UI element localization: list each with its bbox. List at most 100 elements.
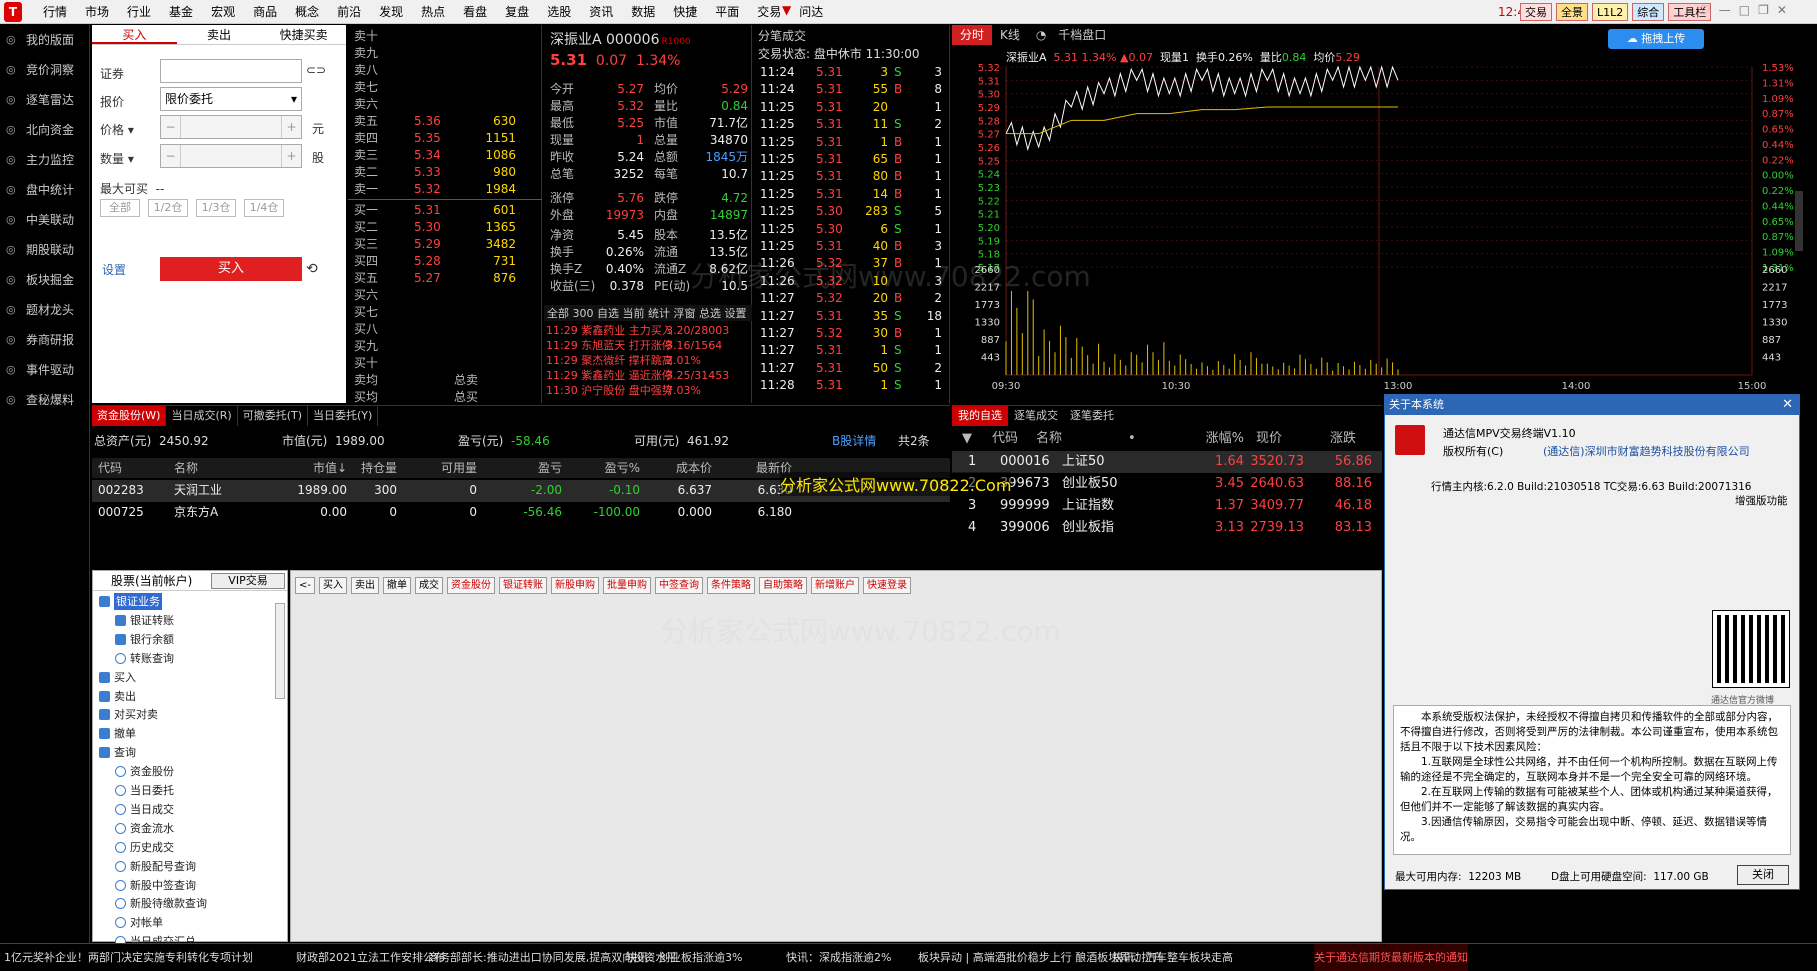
bid-level[interactable]: 买二 5.30 1365 [354, 219, 540, 235]
watchlist-tab[interactable]: 逐笔委托 [1064, 406, 1120, 426]
bid-level[interactable]: 买三 5.29 3482 [354, 236, 540, 252]
menu-item[interactable]: 快捷 [664, 0, 706, 24]
portion-half-button[interactable]: 1/2仓 [148, 199, 188, 217]
tab-buy[interactable]: 买入 [92, 25, 177, 44]
menu-item[interactable]: 资讯 [580, 0, 622, 24]
bid-level[interactable]: 买十 [354, 355, 540, 371]
settings-link[interactable]: 设置 [102, 261, 126, 278]
toolbar-button[interactable]: 中签查询 [655, 577, 703, 594]
sidebar-item[interactable]: ◎ 主力监控 [0, 145, 89, 175]
ask-level[interactable]: 卖十 [354, 28, 540, 44]
ask-level[interactable]: 卖二 5.33 980 [354, 164, 540, 180]
column-header[interactable]: 现价 [1222, 428, 1282, 450]
tab-kline[interactable]: K线 [992, 25, 1028, 45]
bid-level[interactable]: 买七 [354, 304, 540, 320]
account-tab[interactable]: 当日成交(R) [166, 406, 238, 426]
watchlist-tab[interactable]: 逐笔成交 [1008, 406, 1064, 426]
menu-item[interactable]: 平面 [706, 0, 748, 24]
tick-row[interactable]: 11:25 5.30 283 S 5 [760, 203, 950, 220]
sidebar-item[interactable]: ◎ 板块掘金 [0, 265, 89, 295]
tab-intraday[interactable]: 分时 [952, 25, 993, 45]
column-header[interactable]: 代码 [98, 458, 122, 478]
column-header[interactable]: • [1128, 428, 1136, 450]
tick-row[interactable]: 11:28 5.31 1 S 1 [760, 377, 950, 394]
sidebar-item[interactable]: ◎ 查秘爆料 [0, 385, 89, 415]
menu-item[interactable]: 行业 [118, 0, 160, 24]
menu-item[interactable]: 基金 [160, 0, 202, 24]
news-alert[interactable]: 11:29 东旭蓝天 打开涨停 3.16/1564 [546, 338, 752, 354]
bid-level[interactable]: 买一 5.31 601 [354, 202, 540, 218]
tree-scrollbar[interactable] [275, 603, 285, 699]
bid-level[interactable]: 买九 [354, 338, 540, 354]
maximize-icon[interactable]: □ [1739, 3, 1750, 17]
tree-node[interactable]: 银证业务 [99, 593, 162, 610]
close-icon[interactable]: ✕ [1782, 395, 1793, 415]
ticker-item[interactable]: 1亿元奖补企业！两部门决定实施专利转化专项计划 [4, 944, 253, 971]
sidebar-item[interactable]: ◎ 期股联动 [0, 235, 89, 265]
sidebar-item[interactable]: ◎ 逐笔雷达 [0, 85, 89, 115]
price-series-line[interactable] [1005, 65, 1399, 152]
ticker-item[interactable]: 财政部2021立法工作安排公布 [296, 944, 445, 971]
license-text[interactable]: 本系统受版权法保护，未经授权不得擅自拷贝和传播软件的全部或部分内容，不得擅自进行… [1393, 705, 1791, 855]
minimize-icon[interactable]: — [1719, 3, 1731, 17]
column-header[interactable]: 盈亏% [580, 458, 640, 478]
tree-node[interactable]: 对帐单 [115, 914, 163, 931]
column-header[interactable]: 市值↓ [267, 458, 347, 478]
tick-row[interactable]: 11:27 5.32 30 B 1 [760, 325, 950, 342]
ask-level[interactable]: 卖五 5.36 630 [354, 113, 540, 129]
tree-node[interactable]: 当日成交 [115, 801, 174, 818]
column-header[interactable]: 盈亏 [502, 458, 562, 478]
toolbar-button[interactable]: 新增账户 [811, 577, 859, 594]
close-button[interactable]: 关闭 [1737, 865, 1789, 885]
tree-node[interactable]: 历史成交 [115, 839, 174, 856]
tick-row[interactable]: 11:25 5.31 20 1 [760, 99, 950, 116]
sidebar-item[interactable]: ◎ 北向资金 [0, 115, 89, 145]
toolbar-button[interactable]: 快速登录 [863, 577, 911, 594]
toolbar-button[interactable]: 撤单 [383, 577, 411, 594]
sidebar-item[interactable]: ◎ 券商研报 [0, 325, 89, 355]
ticker-item[interactable]: 快讯：创业板指涨逾3% [626, 944, 742, 971]
tick-row[interactable]: 11:25 5.31 40 B 3 [760, 238, 950, 255]
ask-level[interactable]: 卖四 5.35 1151 [354, 130, 540, 146]
tree-node[interactable]: 银证转账 [115, 612, 174, 629]
tree-node[interactable]: 买入 [99, 669, 136, 686]
company-link[interactable]: (通达信)深圳市财富趋势科技股份有限公司 [1543, 443, 1750, 459]
ticker-item[interactable]: 快讯：深成指涨逾2% [786, 944, 891, 971]
refresh-icon[interactable]: ⟲ [306, 261, 318, 277]
ask-level[interactable]: 卖六 [354, 96, 540, 112]
toolbar-button[interactable]: <- [295, 577, 315, 594]
news-alert[interactable]: 11:30 沪宁股份 盘中强势 7.03% [546, 383, 752, 399]
sidebar-item[interactable]: ◎ 事件驱动 [0, 355, 89, 385]
news-alert[interactable]: 11:29 紫鑫药业 逼近涨停 3.25/31453 [546, 368, 752, 384]
menu-item[interactable]: 商品 [244, 0, 286, 24]
tab-quick-trade[interactable]: 快捷买卖 [261, 25, 346, 44]
tree-node[interactable]: 对买对卖 [99, 706, 158, 723]
menu-item[interactable]: 市场 [76, 0, 118, 24]
toolbar-button[interactable]: 银证转账 [499, 577, 547, 594]
tree-node[interactable]: 资金股份 [115, 763, 174, 780]
column-header[interactable]: 可用量 [437, 458, 477, 478]
tick-row[interactable]: 11:25 5.31 11 S 2 [760, 116, 950, 133]
quick-button[interactable]: L1L2 [1592, 3, 1629, 21]
bid-level[interactable]: 买五 5.27 876 [354, 270, 540, 286]
column-header[interactable]: 持仓量 [357, 458, 397, 478]
tick-row[interactable]: 11:27 5.31 50 S 2 [760, 360, 950, 377]
tick-row[interactable]: 11:25 5.31 65 B 1 [760, 151, 950, 168]
price-stepper[interactable]: − + [160, 115, 302, 139]
menu-item[interactable]: 发现 [370, 0, 412, 24]
link-icon[interactable]: ⊂⊃ [306, 63, 326, 77]
upload-button[interactable]: ☁ 拖拽上传 [1608, 29, 1704, 49]
column-header[interactable]: 涨跌 [1296, 428, 1356, 450]
chart-scrollbar[interactable] [1795, 191, 1803, 251]
portion-quarter-button[interactable]: 1/4仓 [244, 199, 284, 217]
portion-all-button[interactable]: 全部 [100, 199, 140, 217]
portion-third-button[interactable]: 1/3仓 [196, 199, 236, 217]
buy-button[interactable]: 买入 [160, 257, 302, 281]
toolbar-button[interactable]: 新股申购 [551, 577, 599, 594]
tree-node[interactable]: 资金流水 [115, 820, 174, 837]
account-tab[interactable]: 资金股份(W) [92, 406, 167, 426]
tick-row[interactable]: 11:27 5.31 1 S 1 [760, 342, 950, 359]
tick-row[interactable]: 11:24 5.31 55 B 8 [760, 81, 950, 98]
tick-row[interactable]: 11:25 5.31 14 B 1 [760, 186, 950, 203]
menu-item[interactable]: 看盘 [454, 0, 496, 24]
